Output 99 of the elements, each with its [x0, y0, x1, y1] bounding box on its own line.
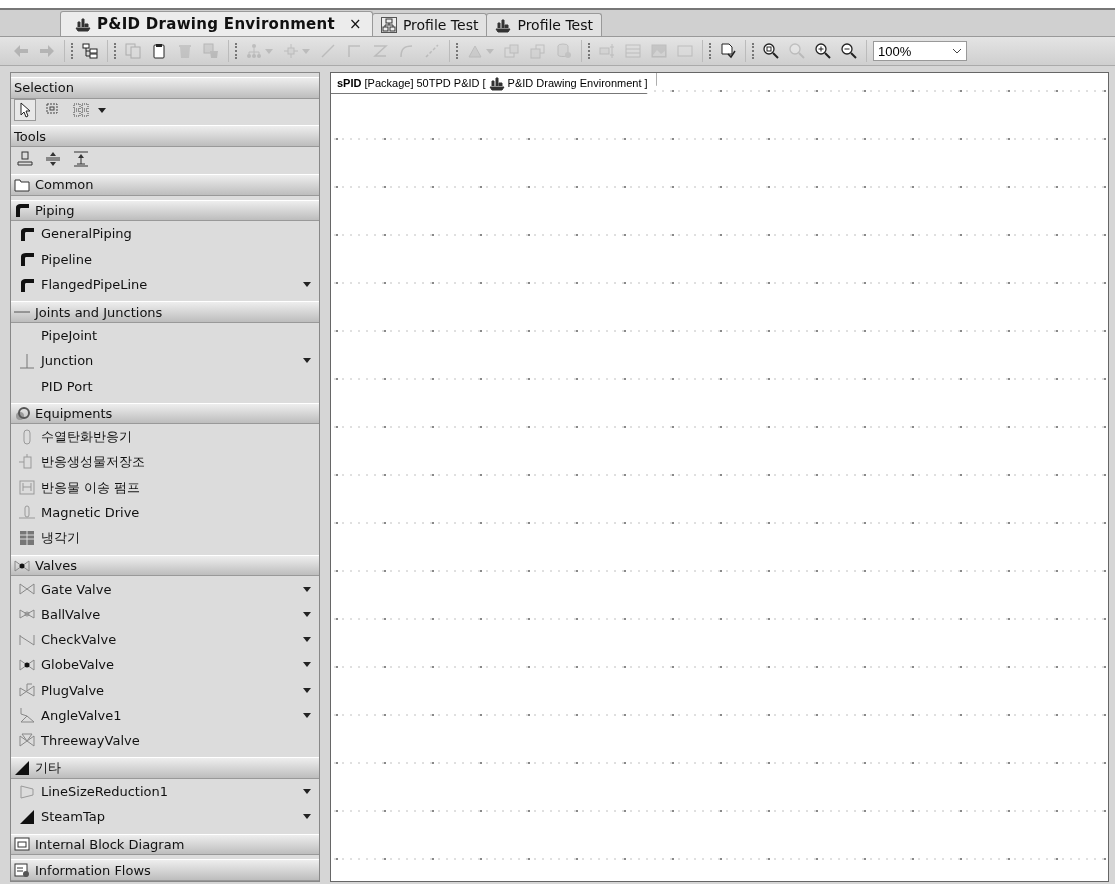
zoom-in-icon — [815, 43, 831, 59]
zoom-dropdown[interactable]: 100% — [873, 41, 967, 61]
palette-item[interactable]: PlugValve — [11, 677, 319, 703]
pipe-icon — [14, 202, 30, 219]
pipe-icon — [19, 276, 35, 293]
block-diagram-icon — [14, 836, 30, 853]
reducer-icon — [19, 783, 35, 800]
globe-valve-icon — [19, 656, 35, 673]
frame-title: sPID [Package] 50TPD P&ID [ — [337, 77, 486, 89]
junction-icon — [19, 352, 35, 369]
arrow-right-icon — [39, 43, 55, 59]
palette-item[interactable]: BallValve — [11, 601, 319, 627]
ship-icon — [75, 16, 91, 32]
palette-item[interactable]: PipeJoint — [11, 322, 319, 349]
line-icon — [14, 311, 30, 313]
wedge-icon — [19, 808, 35, 825]
drive-icon — [19, 504, 35, 521]
palette-drawer-header[interactable]: Common — [11, 173, 319, 196]
line-icon — [320, 43, 336, 59]
pump-icon — [19, 479, 35, 496]
spacing-icon — [45, 150, 61, 167]
palette-item[interactable]: GlobeValve — [11, 652, 319, 678]
diagram-icon — [380, 17, 397, 33]
palette-item[interactable]: ThreewayValve — [11, 728, 319, 754]
gate-valve-icon — [19, 581, 35, 598]
palette-drawer-header[interactable]: Equipments — [11, 402, 319, 425]
tree-icon — [82, 43, 98, 59]
stamp-icon — [17, 150, 33, 167]
tab[interactable]: Profile Test — [486, 13, 602, 36]
copy-icon — [125, 43, 141, 59]
pipe-icon — [19, 251, 35, 268]
hierarchy-icon — [246, 43, 262, 59]
palette-item[interactable]: LineSizeReduction1 — [11, 779, 319, 805]
flow-icon — [14, 862, 30, 879]
cooler-icon — [19, 530, 35, 547]
palette-item[interactable]: CheckValve — [11, 627, 319, 653]
trash-icon — [177, 43, 193, 59]
palette-drawer-header[interactable]: Piping — [11, 199, 319, 222]
palette-item[interactable]: Pipeline — [11, 246, 319, 272]
toolbar-button[interactable] — [79, 41, 101, 61]
palette-drawer-header[interactable]: Internal Block Diagram — [11, 833, 319, 856]
wedge-icon — [14, 760, 30, 777]
palette-item[interactable]: AngleValve1 — [11, 702, 319, 729]
palette-item[interactable]: PID Port — [11, 373, 319, 399]
palette-drawer-header[interactable]: Joints and Junctions — [11, 301, 319, 323]
rectangle-icon — [677, 43, 693, 59]
pointer-icon — [17, 102, 33, 119]
z-line-icon — [372, 43, 388, 59]
bring-front-icon — [504, 43, 520, 59]
palette-item[interactable]: SteamTap — [11, 804, 319, 830]
chevron-down-icon — [952, 48, 962, 54]
table-icon — [625, 43, 641, 59]
close-button[interactable]: × — [349, 15, 362, 33]
trash-icon — [203, 43, 219, 59]
equipment-icon — [14, 405, 30, 422]
globe-valve-icon — [14, 557, 30, 574]
palette-drawer-header[interactable]: Selection — [11, 77, 319, 99]
shape-icon — [467, 43, 483, 59]
palette-tool[interactable] — [14, 99, 36, 122]
angle-valve-icon — [19, 707, 35, 724]
palette-drawer-header[interactable]: Information Flows — [11, 859, 319, 881]
tank-icon — [19, 454, 35, 471]
palette-item[interactable]: Magnetic Drive — [11, 500, 319, 526]
palette-item[interactable]: Gate Valve — [11, 576, 319, 602]
palette-item[interactable]: GeneralPiping — [11, 221, 319, 247]
split-icon — [73, 150, 89, 167]
tab[interactable]: P&ID Drawing Environment × — [60, 11, 373, 36]
ship-icon — [495, 17, 512, 33]
threeway-valve-icon — [19, 732, 35, 749]
curve-line-icon — [398, 43, 414, 59]
arrow-left-icon — [13, 43, 29, 59]
palette-drawer-header[interactable]: Tools — [11, 125, 319, 148]
palette-item[interactable]: 냉각기 — [11, 525, 319, 551]
ship-icon — [488, 75, 505, 91]
plug-valve-icon — [19, 682, 35, 699]
align-icon — [599, 43, 615, 59]
image-icon — [651, 43, 667, 59]
folder-icon — [14, 176, 30, 193]
palette-item[interactable]: 수열탄화반응기 — [11, 424, 319, 450]
palette-item[interactable]: 반응물 이송 펌프 — [11, 474, 319, 501]
send-back-icon — [530, 43, 546, 59]
node-icon — [283, 43, 299, 59]
zoom-out-icon — [841, 43, 857, 59]
frame-context: P&ID Drawing Environment ] — [507, 77, 648, 89]
zoom-actual-icon — [789, 43, 805, 59]
grid-select-icon — [73, 102, 89, 119]
palette-drawer-header[interactable]: 기타 — [11, 757, 319, 780]
database-icon — [556, 43, 572, 59]
document-check-icon — [720, 43, 736, 59]
pipe-icon — [19, 225, 35, 242]
zoom-fit-icon — [763, 43, 779, 59]
palette-drawer-header[interactable]: Valves — [11, 554, 319, 577]
elbow-line-icon — [346, 43, 362, 59]
palette-item[interactable]: Junction — [11, 348, 319, 374]
palette-item[interactable]: FlangedPipeLine — [11, 271, 319, 298]
clipboard-icon — [151, 43, 167, 59]
palette-item[interactable]: 반응생성물저장조 — [11, 449, 319, 475]
tab[interactable]: Profile Test — [371, 13, 488, 36]
dashed-line-icon — [424, 43, 440, 59]
